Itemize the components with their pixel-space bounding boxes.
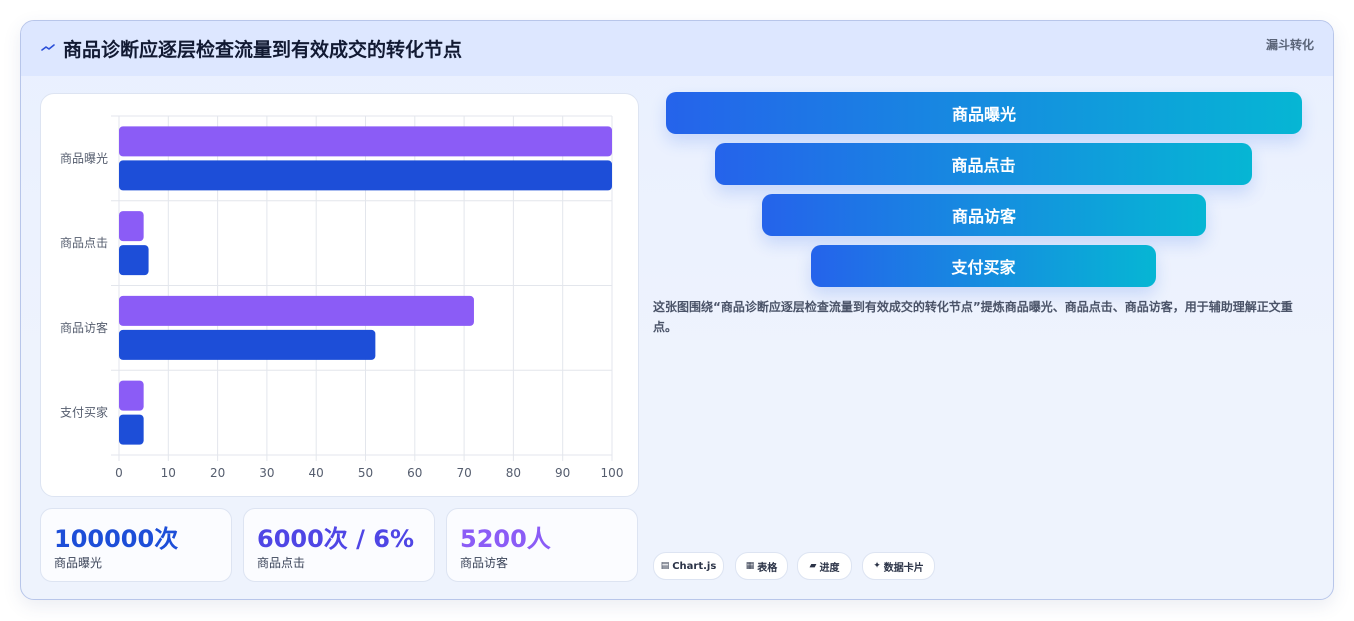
progress-icon: ▰ [809, 561, 817, 571]
bar [119, 126, 612, 157]
y-tick-label: 商品点击 [60, 235, 108, 250]
chart-description: 这张图围绕“商品诊断应逐层检查流量到有效成交的转化节点”提炼商品曝光、商品点击、… [653, 300, 1293, 334]
funnel-step-label: 商品曝光 [951, 105, 1016, 124]
chip-data-card[interactable]: ✦ 数据卡片 [862, 552, 935, 580]
card-header: 商品诊断应逐层检查流量到有效成交的转化节点 漏斗转化 [21, 21, 1333, 76]
stat-card-exposure: 100000次 商品曝光 [40, 508, 232, 582]
bar [119, 295, 474, 326]
bar [119, 245, 149, 276]
x-tick-label: 10 [161, 466, 176, 480]
table-icon: ▦ [745, 561, 755, 571]
x-tick-label: 70 [456, 466, 471, 480]
chip-label: 数据卡片 [883, 562, 924, 574]
bar [119, 380, 144, 411]
funnel-step-clicks: 商品点击 [715, 143, 1252, 185]
stat-label: 商品访客 [460, 556, 509, 570]
bar [119, 211, 144, 242]
funnel-step-exposure: 商品曝光 [666, 92, 1302, 134]
y-tick-label: 商品访客 [60, 320, 108, 335]
bar-chart-panel: 0 10 20 30 40 50 60 70 80 90 100 商品曝光商品点击商品访客支付买家 [40, 93, 639, 497]
stat-label: 商品点击 [257, 556, 306, 570]
trend-icon [41, 44, 55, 51]
stat-card-clicks: 6000次 / 6% 商品点击 [243, 508, 435, 582]
chip-table[interactable]: ▦ 表格 [735, 552, 788, 580]
bar [119, 160, 612, 191]
funnel-card: 商品诊断应逐层检查流量到有效成交的转化节点 漏斗转化 0 10 20 30 40 50 60… [20, 20, 1334, 600]
funnel-step-buyers: 支付买家 [811, 245, 1156, 287]
sparkle-icon: ✦ [873, 561, 881, 571]
x-tick-label: 30 [259, 466, 274, 480]
stat-card-visitors: 5200人 商品访客 [446, 508, 638, 582]
x-tick-label: 80 [506, 466, 521, 480]
chip-label: 表格 [757, 562, 778, 574]
y-tick-label: 支付买家 [60, 405, 108, 420]
funnel-step-label: 商品访客 [951, 207, 1016, 226]
funnel-step-visitors: 商品访客 [762, 194, 1206, 236]
x-tick-label: 50 [358, 466, 373, 480]
stat-value: 100000次 [54, 525, 179, 553]
funnel-step-label: 商品点击 [951, 156, 1016, 175]
x-tick-label: 60 [407, 466, 422, 480]
chart-type-tag: 漏斗转化 [1265, 38, 1314, 52]
card-title: 商品诊断应逐层检查流量到有效成交的转化节点 [63, 39, 463, 61]
funnel-step-label: 支付买家 [951, 258, 1016, 277]
stat-label: 商品曝光 [54, 556, 103, 570]
chip-label: Chart.js [672, 560, 717, 572]
x-tick-label: 20 [210, 466, 225, 480]
bar [119, 414, 144, 445]
chip-chartjs[interactable]: ▤ Chart.js [653, 552, 724, 580]
x-tick-label: 90 [555, 466, 570, 480]
stat-value: 6000次 / 6% [257, 525, 415, 553]
bar-chart: 0 10 20 30 40 50 60 70 80 90 100 商品曝光商品点击商品访客支付买家 [60, 115, 624, 480]
x-tick-label: 0 [115, 466, 123, 480]
x-tick-label: 40 [309, 466, 324, 480]
stat-value: 5200人 [460, 525, 551, 553]
x-tick-label: 100 [601, 466, 624, 480]
chip-progress[interactable]: ▰ 进度 [797, 552, 852, 580]
chip-label: 进度 [819, 562, 840, 574]
bar [119, 329, 376, 360]
chart-icon: ▤ [660, 561, 670, 571]
y-tick-label: 商品曝光 [60, 150, 108, 165]
